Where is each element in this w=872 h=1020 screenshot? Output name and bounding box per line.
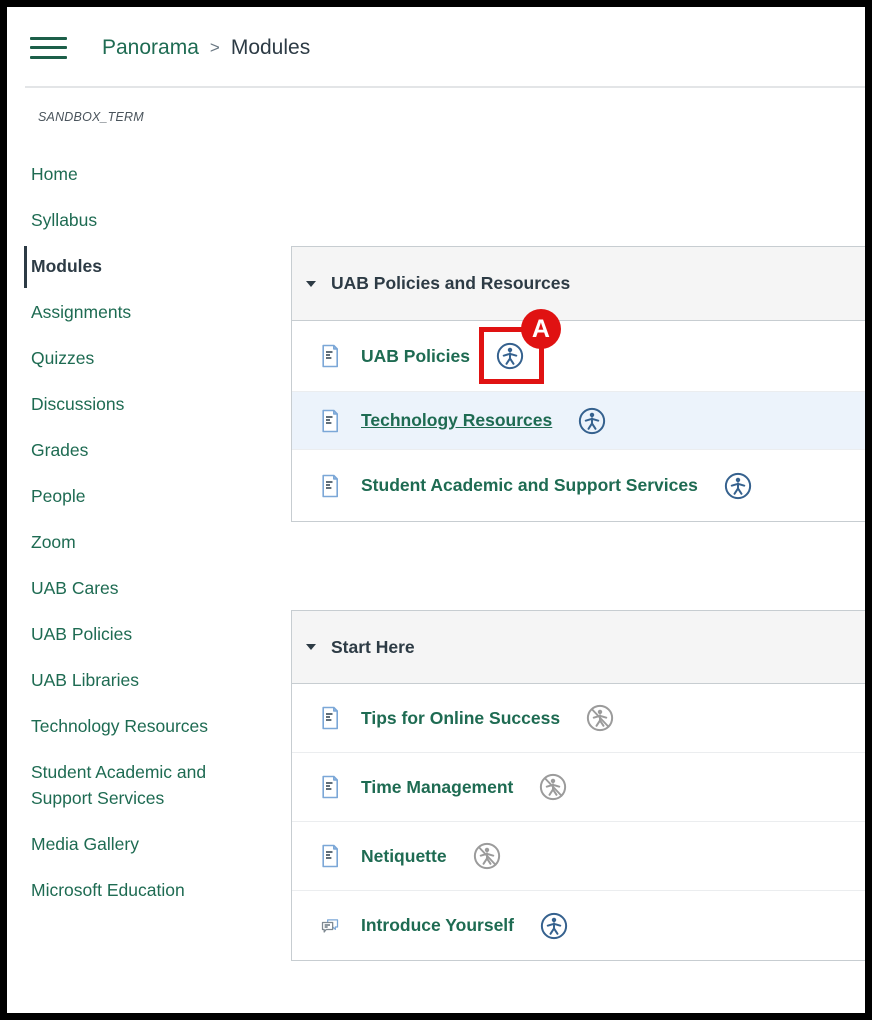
top-navigation-bar: Panorama > Modules [7,7,865,88]
screenshot-frame: Panorama > Modules SANDBOX_TERM Home Syl… [0,0,872,1020]
module-header-start-here[interactable]: Start Here [292,611,865,684]
sidebar-item-uab-cares[interactable]: UAB Cares [31,575,243,601]
sidebar-item-home[interactable]: Home [31,161,243,187]
sidebar-link-student-academic-support[interactable]: Student Academic and Support Services [31,759,243,811]
page-document-icon [320,474,340,498]
module-item-time-management: Time Management [292,753,865,822]
accessibility-icon-wrap [473,842,501,870]
item-link-uab-policies[interactable]: UAB Policies [361,346,470,367]
sidebar-item-syllabus[interactable]: Syllabus [31,207,243,233]
collapse-triangle-icon [306,644,316,650]
breadcrumb-course-link[interactable]: Panorama [102,36,199,60]
sidebar-item-assignments[interactable]: Assignments [31,299,243,325]
page-document-icon [320,844,340,868]
accessibility-icon-wrap [586,704,614,732]
sidebar-link-uab-libraries[interactable]: UAB Libraries [31,667,139,693]
module-start-here: Start Here Tips for Online Success Time … [291,610,865,961]
sidebar-link-people[interactable]: People [31,483,86,509]
sidebar-link-technology-resources[interactable]: Technology Resources [31,713,208,739]
term-label: SANDBOX_TERM [38,110,291,124]
sidebar-item-uab-libraries[interactable]: UAB Libraries [31,667,243,693]
module-item-uab-policies: UAB Policies A [292,321,865,392]
module-item-introduce-yourself: Introduce Yourself [292,891,865,960]
breadcrumb-separator: > [210,38,220,58]
module-item-student-academic-support: Student Academic and Support Services [292,450,865,521]
hamburger-menu-icon[interactable] [30,37,67,59]
accessibility-icon-wrap [724,472,752,500]
breadcrumb-current-page: Modules [231,36,310,60]
breadcrumb: Panorama > Modules [102,36,310,60]
accessibility-icon-wrap [539,773,567,801]
accessibility-annotation-target: A [496,342,524,370]
sidebar-item-modules[interactable]: Modules [31,253,243,279]
sidebar-link-discussions[interactable]: Discussions [31,391,124,417]
annotation-label-badge: A [521,309,561,349]
sidebar-link-uab-policies[interactable]: UAB Policies [31,621,132,647]
sidebar-item-technology-resources[interactable]: Technology Resources [31,713,243,739]
item-link-introduce-yourself[interactable]: Introduce Yourself [361,915,514,936]
item-link-tips-for-online-success[interactable]: Tips for Online Success [361,708,560,729]
module-item-netiquette: Netiquette [292,822,865,891]
page-document-icon [320,344,340,368]
accessibility-icon[interactable] [540,912,568,940]
sidebar-link-media-gallery[interactable]: Media Gallery [31,831,139,857]
item-link-student-academic-support[interactable]: Student Academic and Support Services [361,475,698,496]
accessibility-disabled-icon[interactable] [586,704,614,732]
sidebar-link-quizzes[interactable]: Quizzes [31,345,94,371]
module-title: UAB Policies and Resources [331,273,570,294]
module-header-uab-policies-and-resources[interactable]: UAB Policies and Resources [292,247,865,321]
page-document-icon [320,775,340,799]
item-link-netiquette[interactable]: Netiquette [361,846,447,867]
module-item-technology-resources: Technology Resources [292,392,865,450]
accessibility-disabled-icon[interactable] [473,842,501,870]
sidebar-link-syllabus[interactable]: Syllabus [31,207,97,233]
sidebar-item-people[interactable]: People [31,483,243,509]
item-link-technology-resources[interactable]: Technology Resources [361,410,552,431]
sidebar-item-zoom[interactable]: Zoom [31,529,243,555]
sidebar-item-grades[interactable]: Grades [31,437,243,463]
accessibility-icon-wrap [578,407,606,435]
sidebar-item-media-gallery[interactable]: Media Gallery [31,831,243,857]
modules-content-area: UAB Policies and Resources UAB Policies … [291,88,865,1020]
page-document-icon [320,409,340,433]
course-nav-list: Home Syllabus Modules Assignments Quizze… [31,161,291,903]
accessibility-icon[interactable] [578,407,606,435]
sidebar-link-zoom[interactable]: Zoom [31,529,76,555]
accessibility-disabled-icon[interactable] [539,773,567,801]
sidebar-item-discussions[interactable]: Discussions [31,391,243,417]
module-item-tips-for-online-success: Tips for Online Success [292,684,865,753]
sidebar-link-modules[interactable]: Modules [31,253,102,279]
item-link-time-management[interactable]: Time Management [361,777,513,798]
module-uab-policies-and-resources: UAB Policies and Resources UAB Policies … [291,246,865,522]
sidebar-link-home[interactable]: Home [31,161,78,187]
sidebar-item-student-academic-support[interactable]: Student Academic and Support Services [31,759,243,811]
sidebar-item-uab-policies[interactable]: UAB Policies [31,621,243,647]
sidebar-link-microsoft-education[interactable]: Microsoft Education [31,877,185,903]
sidebar-link-assignments[interactable]: Assignments [31,299,131,325]
collapse-triangle-icon [306,281,316,287]
module-title: Start Here [331,637,415,658]
page-document-icon [320,706,340,730]
course-navigation-sidebar: SANDBOX_TERM Home Syllabus Modules Assig… [7,88,291,923]
sidebar-link-uab-cares[interactable]: UAB Cares [31,575,119,601]
sidebar-item-quizzes[interactable]: Quizzes [31,345,243,371]
sidebar-link-grades[interactable]: Grades [31,437,88,463]
sidebar-item-microsoft-education[interactable]: Microsoft Education [31,877,243,903]
accessibility-icon-wrap [540,912,568,940]
accessibility-icon[interactable] [724,472,752,500]
discussion-icon [320,914,340,938]
